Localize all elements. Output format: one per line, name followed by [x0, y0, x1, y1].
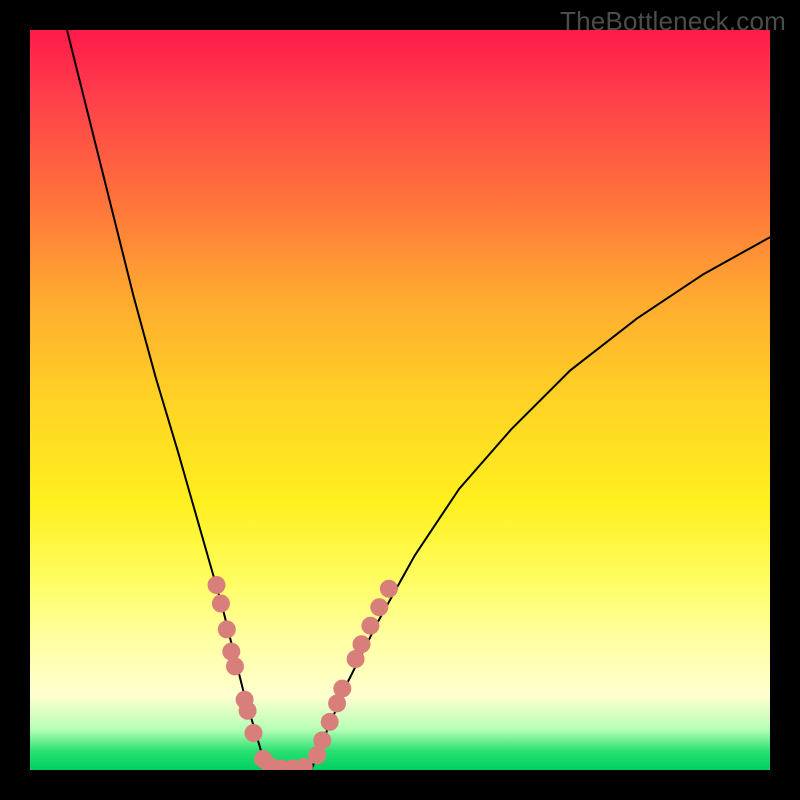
curve-right-branch: [311, 237, 770, 770]
chart-frame: TheBottleneck.com: [0, 0, 800, 800]
data-point-dot: [245, 724, 263, 742]
data-point-dot: [361, 617, 379, 635]
data-point-dot: [370, 598, 388, 616]
dot-cluster: [208, 576, 398, 770]
data-point-dot: [212, 595, 230, 613]
plot-svg: [30, 30, 770, 770]
data-point-dot: [313, 731, 331, 749]
data-point-dot: [226, 657, 244, 675]
plot-area: [30, 30, 770, 770]
data-point-dot: [321, 713, 339, 731]
data-point-dot: [239, 702, 257, 720]
data-point-dot: [353, 635, 371, 653]
data-point-dot: [208, 576, 226, 594]
data-point-dot: [218, 620, 236, 638]
data-point-dot: [333, 680, 351, 698]
data-point-dot: [380, 580, 398, 598]
